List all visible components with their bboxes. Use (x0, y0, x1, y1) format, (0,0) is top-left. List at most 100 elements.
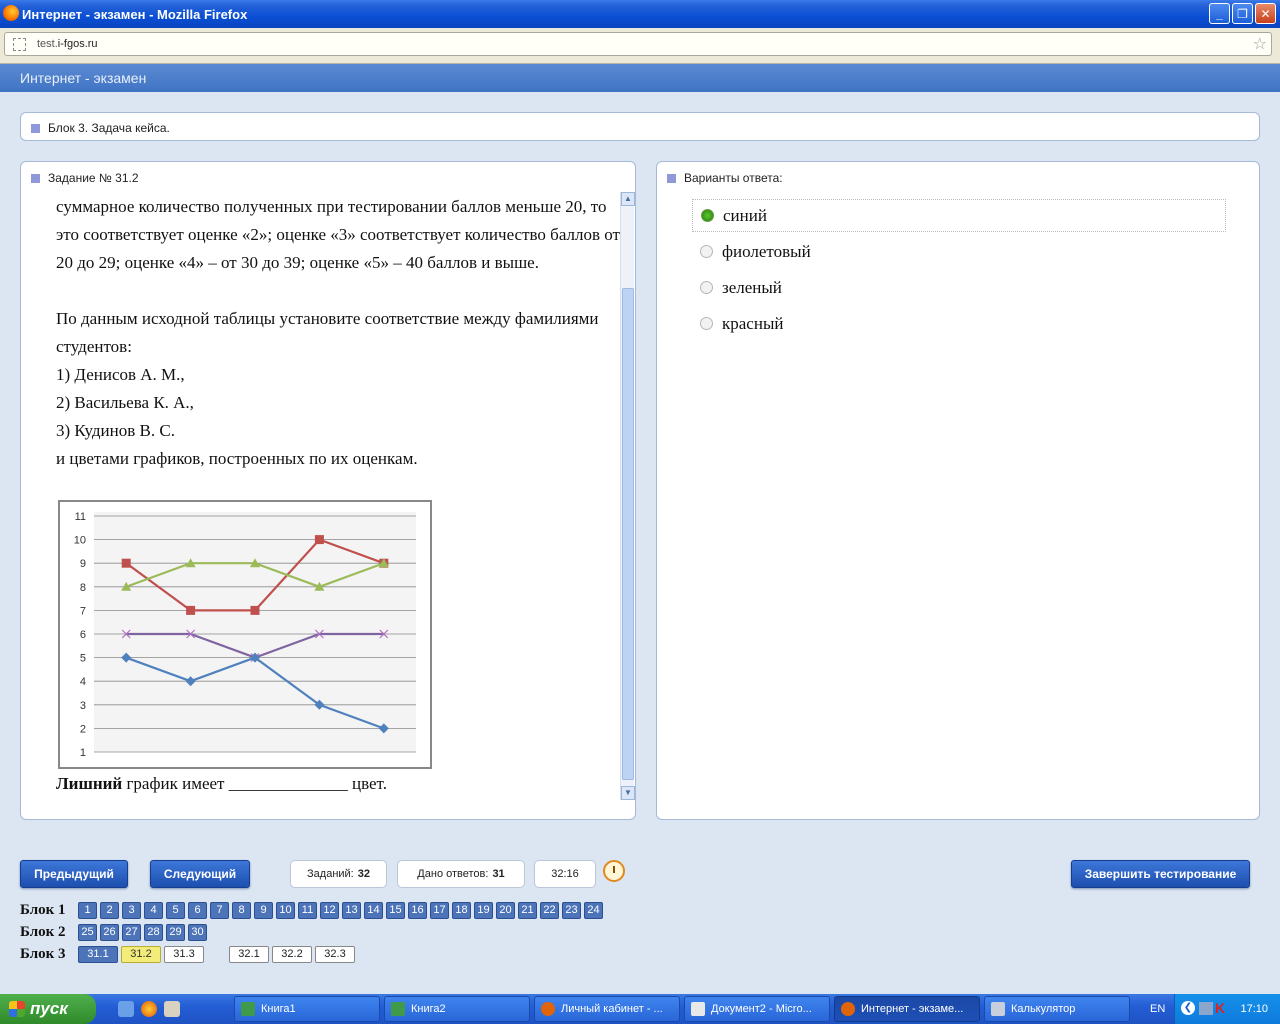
next-button[interactable]: Следующий (150, 860, 250, 888)
question-26[interactable]: 26 (100, 923, 119, 941)
question-2[interactable]: 2 (100, 901, 119, 919)
question-21[interactable]: 21 (518, 901, 537, 919)
scroll-down-icon[interactable]: ▼ (621, 786, 635, 800)
window-titlebar: Интернет - экзамен - Mozilla Firefox _ ❐… (0, 0, 1280, 28)
question-32-1[interactable]: 32.1 (229, 945, 269, 963)
alarm-clock-icon (603, 860, 625, 882)
task-scrollbar[interactable]: ▲ ▼ (620, 192, 635, 800)
scroll-thumb[interactable] (622, 288, 634, 780)
radio-selected-icon[interactable] (701, 209, 714, 222)
question-5[interactable]: 5 (166, 901, 185, 919)
answer-option-red[interactable]: красный (692, 307, 1226, 340)
question-13[interactable]: 13 (342, 901, 361, 919)
question-23[interactable]: 23 (562, 901, 581, 919)
bookmark-star-icon[interactable]: ☆ (1253, 34, 1267, 54)
y-tick-label: 10 (74, 535, 86, 547)
question-9[interactable]: 9 (254, 901, 273, 919)
ie-quicklaunch-icon[interactable] (118, 1001, 134, 1017)
question-11[interactable]: 11 (298, 901, 317, 919)
taskbar-item-word[interactable]: Документ2 - Micro... (684, 996, 830, 1022)
taskbar-item-excel2[interactable]: Книга2 (384, 996, 530, 1022)
task-heading: Задание № 31.2 (31, 171, 139, 185)
taskbar-item-label: Интернет - экзаме... (861, 1003, 964, 1015)
answer-label: фиолетовый (722, 241, 811, 261)
question-19[interactable]: 19 (474, 901, 493, 919)
scroll-up-icon[interactable]: ▲ (621, 192, 635, 206)
answer-label: красный (722, 313, 784, 333)
question-27[interactable]: 27 (122, 923, 141, 941)
radio-icon[interactable] (700, 317, 713, 330)
network-icon[interactable] (1199, 1002, 1213, 1015)
series-0-point (121, 558, 131, 568)
taskbar-item-calculator[interactable]: Калькулятор (984, 996, 1130, 1022)
taskbar-item-cabinet[interactable]: Личный кабинет - ... (534, 996, 680, 1022)
answer-option-blue[interactable]: синий (692, 199, 1226, 232)
question-29[interactable]: 29 (166, 923, 185, 941)
radio-icon[interactable] (700, 245, 713, 258)
block1-row: Блок 1 1 2 3 4 5 6 7 8 9 10 11 12 13 14 15 16 17 18 19 20 21… (20, 901, 606, 919)
question-20[interactable]: 20 (496, 901, 515, 919)
question-15[interactable]: 15 (386, 901, 405, 919)
caption-text: график имеет ______________ цвет. (122, 774, 387, 793)
question-18[interactable]: 18 (452, 901, 471, 919)
question-3[interactable]: 3 (122, 901, 141, 919)
question-32-2[interactable]: 32.2 (272, 945, 312, 963)
y-tick-label: 7 (80, 605, 86, 617)
question-16[interactable]: 16 (408, 901, 427, 919)
word-icon (691, 1002, 705, 1016)
antivirus-icon[interactable]: K (1215, 1000, 1225, 1016)
answer-option-green[interactable]: зеленый (692, 271, 1226, 304)
firefox-icon (841, 1002, 855, 1016)
tray-expand-icon[interactable]: ❮ (1181, 1001, 1195, 1015)
block-label: Блок 3. Задача кейса. (48, 121, 170, 135)
block-bar: Блок 3. Задача кейса. (20, 112, 1260, 141)
y-tick-label: 9 (80, 558, 86, 570)
tasks-value: 32 (357, 868, 370, 880)
y-tick-label: 6 (80, 629, 86, 641)
y-tick-label: 5 (80, 653, 86, 665)
question-6[interactable]: 6 (188, 901, 207, 919)
start-button[interactable]: пуск (0, 994, 96, 1024)
minimize-button[interactable]: _ (1209, 3, 1230, 24)
taskbar-item-label: Документ2 - Micro... (711, 1003, 812, 1015)
maximize-button[interactable]: ❐ (1232, 3, 1253, 24)
app-quicklaunch-icon[interactable] (164, 1001, 180, 1017)
language-indicator[interactable]: EN (1150, 1003, 1165, 1015)
question-28[interactable]: 28 (144, 923, 163, 941)
question-22[interactable]: 22 (540, 901, 559, 919)
excel-icon (391, 1002, 405, 1016)
question-31-1[interactable]: 31.1 (78, 945, 118, 963)
taskbar-item-excel1[interactable]: Книга1 (234, 996, 380, 1022)
series-0-point (250, 605, 260, 615)
question-17[interactable]: 17 (430, 901, 449, 919)
question-8[interactable]: 8 (232, 901, 251, 919)
y-tick-label: 8 (80, 582, 86, 594)
site-identity-icon[interactable] (13, 38, 26, 51)
start-label: пуск (30, 999, 68, 1018)
question-24[interactable]: 24 (584, 901, 603, 919)
question-31-3[interactable]: 31.3 (164, 945, 204, 963)
question-7[interactable]: 7 (210, 901, 229, 919)
series-0-point (186, 605, 196, 615)
url-field[interactable]: test. i-fgos.ru ☆ (4, 32, 1272, 56)
previous-button[interactable]: Предыдущий (20, 860, 128, 888)
question-31-2[interactable]: 31.2 (121, 945, 161, 963)
question-10[interactable]: 10 (276, 901, 295, 919)
question-30[interactable]: 30 (188, 923, 207, 941)
question-32-3[interactable]: 32.3 (315, 945, 355, 963)
timer: 32:16 (534, 860, 596, 888)
question-4[interactable]: 4 (144, 901, 163, 919)
question-12[interactable]: 12 (320, 901, 339, 919)
finish-test-button[interactable]: Завершить тестирование (1071, 860, 1250, 888)
close-button[interactable]: ✕ (1255, 3, 1276, 24)
excel-icon (241, 1002, 255, 1016)
tasks-count: Заданий: 32 (290, 860, 387, 888)
question-1[interactable]: 1 (78, 901, 97, 919)
firefox-quicklaunch-icon[interactable] (141, 1001, 157, 1017)
taskbar-item-exam[interactable]: Интернет - экзаме... (834, 996, 980, 1022)
answers-title: Варианты ответа: (684, 171, 783, 185)
question-14[interactable]: 14 (364, 901, 383, 919)
question-25[interactable]: 25 (78, 923, 97, 941)
answer-option-violet[interactable]: фиолетовый (692, 235, 1226, 268)
radio-icon[interactable] (700, 281, 713, 294)
